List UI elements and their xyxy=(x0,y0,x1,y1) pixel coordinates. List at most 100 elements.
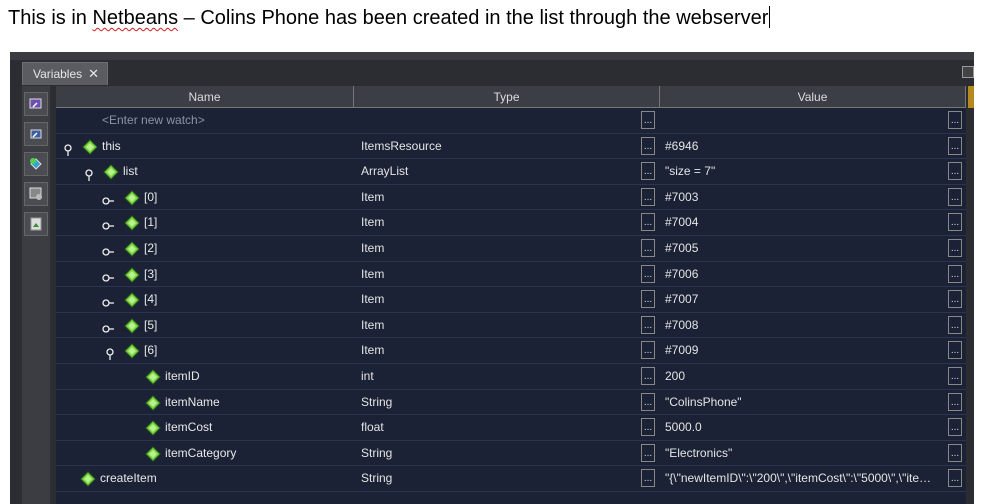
variable-name: itemID xyxy=(165,369,200,383)
type-edit-button[interactable]: ... xyxy=(641,187,655,206)
value-edit-button[interactable]: ... xyxy=(948,367,962,385)
close-icon[interactable]: ✕ xyxy=(88,66,99,81)
variable-value[interactable]: #7005 xyxy=(659,236,946,261)
field-diamond-icon xyxy=(124,215,140,232)
minimize-icon[interactable] xyxy=(962,66,974,78)
variable-type: String xyxy=(361,471,393,486)
variable-value[interactable]: "size = 7" xyxy=(659,159,946,184)
type-edit-button[interactable]: ... xyxy=(641,469,655,488)
pin-icon[interactable] xyxy=(83,165,95,182)
variable-value[interactable]: #7006 xyxy=(659,262,946,287)
expand-icon[interactable] xyxy=(102,293,114,307)
expand-icon[interactable] xyxy=(102,242,114,256)
toolbar-strip xyxy=(10,52,974,60)
value-edit-button[interactable]: ... xyxy=(948,392,962,411)
table-row[interactable]: [6] Item... #7009... xyxy=(56,338,966,364)
variable-value[interactable]: "{\"newItemID\":\"200\",\"itemCost\":\"5… xyxy=(659,466,946,491)
variable-type: ArrayList xyxy=(361,164,409,179)
table-row[interactable]: [4] Item... #7007... xyxy=(56,287,966,313)
tab-variables-label: Variables xyxy=(33,67,83,81)
variable-type: Item xyxy=(361,343,385,358)
variable-value[interactable]: "Electronics" xyxy=(659,441,946,466)
type-edit-button[interactable]: ... xyxy=(641,111,655,129)
table-row[interactable]: [0] Item... #7003... xyxy=(56,185,966,211)
value-edit-button[interactable]: ... xyxy=(948,418,962,437)
variable-value[interactable]: #6946 xyxy=(659,134,946,159)
variable-type: Item xyxy=(361,292,385,307)
column-header-value[interactable]: Value xyxy=(660,86,966,108)
table-row[interactable]: [5] Item... #7008... xyxy=(56,313,966,339)
variable-type: float xyxy=(361,420,384,435)
type-edit-button[interactable]: ... xyxy=(641,136,655,155)
expand-icon[interactable] xyxy=(102,216,114,231)
table-row[interactable]: itemID int... 200... xyxy=(56,364,966,390)
value-edit-button[interactable]: ... xyxy=(948,213,962,232)
value-edit-button[interactable]: ... xyxy=(948,239,962,257)
display-settings-icon[interactable] xyxy=(24,122,48,146)
type-edit-button[interactable]: ... xyxy=(641,162,655,181)
variable-type: int xyxy=(361,369,374,383)
type-edit-button[interactable]: ... xyxy=(641,290,655,309)
column-header-name[interactable]: Name xyxy=(56,86,354,108)
expand-icon[interactable] xyxy=(102,191,114,205)
variable-value[interactable]: #7007 xyxy=(659,287,946,312)
field-diamond-icon xyxy=(124,343,140,360)
table-row[interactable]: [2] Item... #7005... xyxy=(56,236,966,262)
variable-name-cell: [5] xyxy=(56,313,352,338)
variable-value[interactable]: #7004 xyxy=(659,210,946,235)
value-edit-button[interactable]: ... xyxy=(948,290,962,309)
pin-icon[interactable] xyxy=(104,344,116,361)
tab-variables[interactable]: Variables ✕ xyxy=(22,62,109,85)
value-edit-button[interactable]: ... xyxy=(948,187,962,206)
type-edit-button[interactable]: ... xyxy=(641,341,655,360)
pin-icon[interactable] xyxy=(62,140,74,156)
preferences-icon[interactable] xyxy=(24,182,48,206)
watch-window-icon[interactable] xyxy=(24,92,48,116)
table-row[interactable]: list ArrayList... "size = 7"... xyxy=(56,159,966,185)
variable-value[interactable]: 200 xyxy=(659,364,946,389)
value-edit-button[interactable]: ... xyxy=(948,136,962,155)
field-diamond-icon xyxy=(80,471,96,488)
table-row[interactable]: itemCategory String... "Electronics"... xyxy=(56,441,966,467)
value-edit-button[interactable]: ... xyxy=(948,162,962,181)
variable-value[interactable]: #7003 xyxy=(659,185,946,210)
variable-type: String xyxy=(361,445,393,460)
value-edit-button[interactable]: ... xyxy=(948,443,962,462)
scrollbar-edge[interactable] xyxy=(968,86,974,108)
new-watch-placeholder[interactable]: <Enter new watch> xyxy=(102,108,205,133)
expand-icon[interactable] xyxy=(102,319,114,333)
value-edit-button[interactable]: ... xyxy=(948,315,962,334)
variable-value[interactable]: #7009 xyxy=(659,338,946,363)
table-row[interactable]: this ItemsResource... #6946... xyxy=(56,134,966,160)
table-row[interactable]: [1] Item... #7004... xyxy=(56,210,966,236)
type-edit-button[interactable]: ... xyxy=(641,392,655,411)
table-row[interactable]: itemName String... "ColinsPhone"... xyxy=(56,390,966,416)
export-icon[interactable] xyxy=(24,212,48,236)
new-watch-icon[interactable] xyxy=(24,152,48,176)
variable-value[interactable]: 5000.0 xyxy=(659,415,946,440)
value-edit-button[interactable]: ... xyxy=(948,264,962,283)
field-diamond-icon xyxy=(103,164,119,180)
expand-icon[interactable] xyxy=(102,268,114,282)
type-edit-button[interactable]: ... xyxy=(641,418,655,437)
type-edit-button[interactable]: ... xyxy=(641,213,655,232)
table-row-new-watch[interactable]: <Enter new watch> ... ... xyxy=(56,108,966,134)
table-row[interactable]: createItem String... "{\"newItemID\":\"200… xyxy=(56,466,966,492)
type-edit-button[interactable]: ... xyxy=(641,367,655,385)
table-row[interactable]: itemCost float... 5000.0... xyxy=(56,415,966,441)
variable-type: Item xyxy=(361,266,385,281)
side-toolbar xyxy=(22,86,50,504)
value-edit-button[interactable]: ... xyxy=(948,111,962,129)
type-edit-button[interactable]: ... xyxy=(641,443,655,462)
type-edit-button[interactable]: ... xyxy=(641,239,655,257)
variable-value[interactable]: #7008 xyxy=(659,313,946,338)
value-edit-button[interactable]: ... xyxy=(948,341,962,360)
variable-value[interactable]: "ColinsPhone" xyxy=(659,390,946,415)
variable-name-cell: [2] xyxy=(56,236,352,261)
table-row[interactable]: [3] Item... #7006... xyxy=(56,262,966,288)
type-edit-button[interactable]: ... xyxy=(641,315,655,334)
variable-name-cell: [6] xyxy=(56,338,352,363)
column-header-type[interactable]: Type xyxy=(354,86,660,108)
type-edit-button[interactable]: ... xyxy=(641,264,655,283)
value-edit-button[interactable]: ... xyxy=(948,469,962,488)
